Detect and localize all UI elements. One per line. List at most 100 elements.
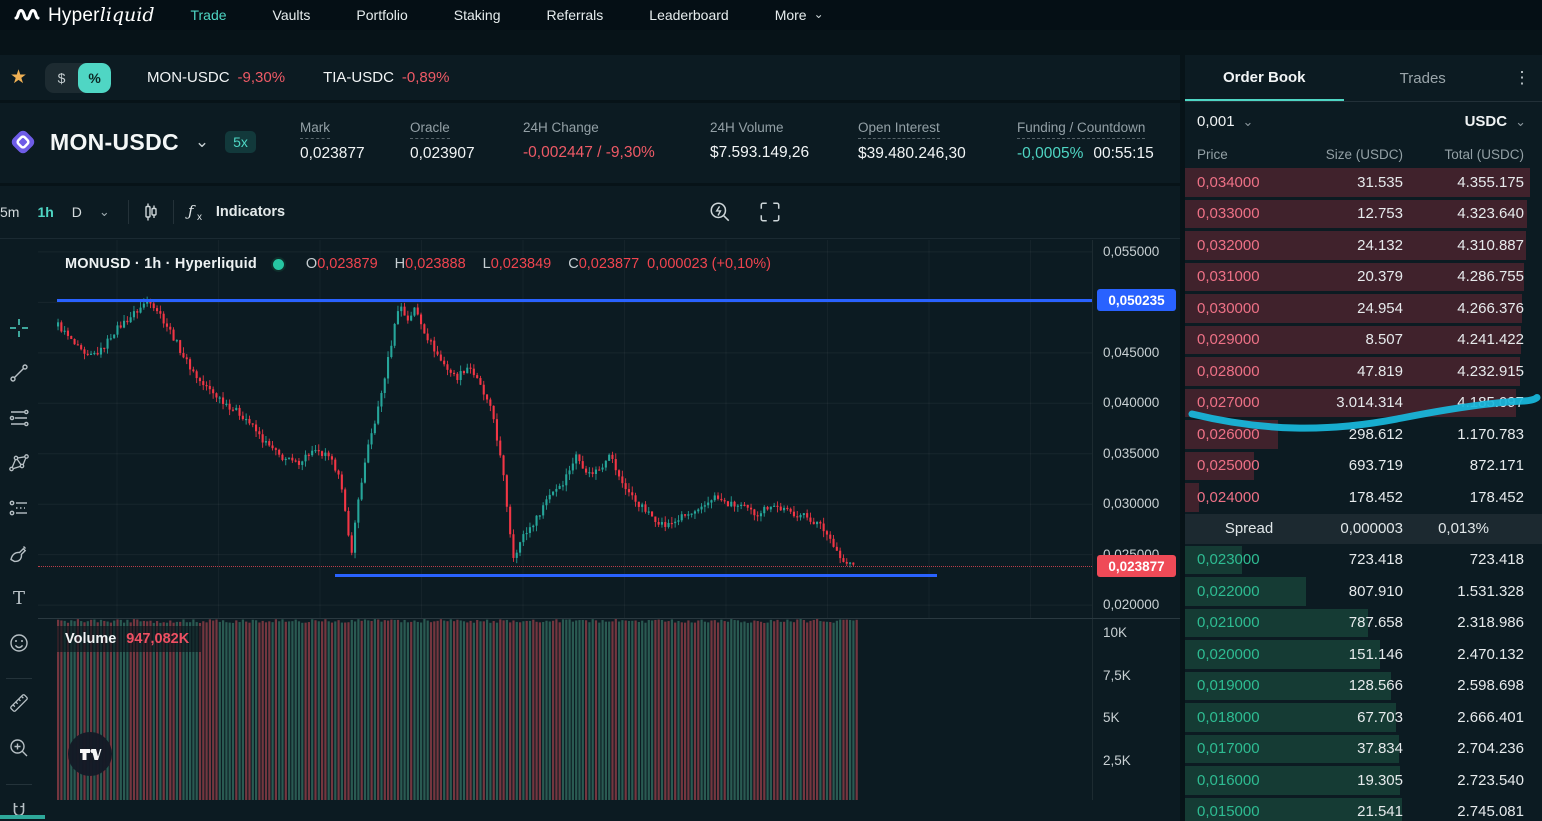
toggle-percent[interactable]: % xyxy=(78,62,112,93)
crosshair-icon[interactable] xyxy=(8,317,30,339)
bid-row[interactable]: 0,015000 21.541 2.745.081 xyxy=(1185,797,1542,821)
order-price: 0,028000 xyxy=(1197,362,1260,380)
tab-order-book[interactable]: Order Book xyxy=(1185,55,1344,101)
interval-chevron-down-icon[interactable]: ⌄ xyxy=(91,204,118,220)
order-size: 21.541 xyxy=(1357,803,1403,821)
price-tick: 0,030000 xyxy=(1103,496,1160,512)
fullscreen-icon[interactable] xyxy=(758,200,782,224)
nav-item-label: Portfolio xyxy=(356,7,408,23)
fx-icon[interactable]: ƒ x xyxy=(184,200,208,224)
ask-row[interactable]: 0,025000 693.719 872.171 xyxy=(1185,451,1542,482)
ticker-pair-change: -9,30% xyxy=(237,69,286,86)
ticker-pair-tia-usdc[interactable]: TIA-USDC -0,89% xyxy=(323,69,449,86)
order-total: 178.452 xyxy=(1469,488,1524,506)
currency-display-toggle[interactable]: $ % xyxy=(45,62,112,93)
nav-item-trade[interactable]: Trade xyxy=(190,7,226,23)
svg-text:T: T xyxy=(13,588,25,609)
interval-d[interactable]: D xyxy=(63,204,91,220)
favorites-star-icon[interactable]: ★ xyxy=(10,66,27,89)
unit-select[interactable]: USDC ⌄ xyxy=(1465,113,1526,130)
ask-row[interactable]: 0,032000 24.132 4.310.887 xyxy=(1185,230,1542,261)
more-options-icon[interactable]: ⋮ xyxy=(1502,55,1542,101)
tick-size-select[interactable]: 0,001 ⌄ xyxy=(1197,113,1253,130)
rail-divider xyxy=(6,784,32,785)
nav-item-portfolio[interactable]: Portfolio xyxy=(356,7,407,23)
order-size: 31.535 xyxy=(1357,173,1403,191)
volume-tick: 7,5K xyxy=(1103,667,1131,683)
market-status-dot-icon xyxy=(270,256,286,272)
forecast-icon[interactable] xyxy=(8,497,30,519)
brush-icon[interactable] xyxy=(8,542,30,564)
bid-row[interactable]: 0,021000 787.658 2.318.986 xyxy=(1185,608,1542,639)
order-price: 0,033000 xyxy=(1197,205,1260,223)
chevron-down-icon: ⌄ xyxy=(194,132,210,151)
svg-text:ƒ: ƒ xyxy=(185,202,196,220)
trendline-icon[interactable] xyxy=(8,362,30,384)
candle-style-icon[interactable] xyxy=(139,200,163,224)
order-total: 4.323.640 xyxy=(1457,205,1524,223)
ask-row[interactable]: 0,029000 8.507 4.241.422 xyxy=(1185,325,1542,356)
stat-funding-countdown: Funding / Countdown -0,0005% 00:55:15 xyxy=(1017,119,1154,163)
volume-axis[interactable]: 10K 7,5K 5K 2,5K xyxy=(1092,619,1180,800)
interval-5m[interactable]: 5m xyxy=(0,204,28,220)
stat-label: Funding / Countdown xyxy=(1017,120,1146,139)
price-axis[interactable]: 0,050235 0,023877 0,055000 0,045000 0,0400… xyxy=(1092,240,1180,618)
order-size: 20.379 xyxy=(1357,268,1403,286)
zoom-in-icon[interactable] xyxy=(8,737,30,759)
mon-token-icon xyxy=(11,130,35,154)
ticker-pair-name: MON-USDC xyxy=(147,69,230,86)
legend-h: H0,023888 xyxy=(394,256,466,272)
bid-row[interactable]: 0,020000 151.146 2.470.132 xyxy=(1185,639,1542,670)
bid-row[interactable]: 0,022000 807.910 1.531.328 xyxy=(1185,576,1542,607)
order-total: 4.355.175 xyxy=(1457,173,1524,191)
ask-row[interactable]: 0,028000 47.819 4.232.915 xyxy=(1185,356,1542,387)
chart-toolbar-right xyxy=(708,200,782,224)
tab-trades[interactable]: Trades xyxy=(1344,55,1503,101)
nav-item-more[interactable]: More ⌄ xyxy=(775,7,824,23)
nav-item-vaults[interactable]: Vaults xyxy=(273,7,311,23)
bid-row[interactable]: 0,023000 723.418 723.418 xyxy=(1185,545,1542,576)
hyperliquid-logo[interactable]: Hyperliquid xyxy=(14,4,154,27)
col-total: Total (USDC) xyxy=(1444,146,1524,162)
order-size: 3.014.314 xyxy=(1336,394,1403,412)
bid-row[interactable]: 0,019000 128.566 2.598.698 xyxy=(1185,671,1542,702)
favorites-ticker-bar: ★ $ % MON-USDC -9,30% TIA-USDC -0,89% xyxy=(0,55,1180,100)
bid-row[interactable]: 0,017000 37.834 2.704.236 xyxy=(1185,734,1542,765)
flash-search-icon[interactable] xyxy=(708,200,732,224)
ask-row[interactable]: 0,024000 178.452 178.452 xyxy=(1185,482,1542,513)
ask-row[interactable]: 0,026000 298.612 1.170.783 xyxy=(1185,419,1542,450)
pair-selector[interactable]: MON-USDC ⌄ 5x xyxy=(8,127,256,157)
leverage-badge[interactable]: 5x xyxy=(225,131,256,153)
ask-row[interactable]: 0,034000 31.535 4.355.175 xyxy=(1185,167,1542,198)
text-icon[interactable]: T xyxy=(8,587,30,609)
toggle-dollar[interactable]: $ xyxy=(45,63,78,93)
xabcd-pattern-icon[interactable] xyxy=(8,452,30,474)
stat-24h-change: 24H Change -0,002447 / -9,30% xyxy=(523,119,655,162)
order-price: 0,034000 xyxy=(1197,173,1260,191)
ask-row[interactable]: 0,030000 24.954 4.266.376 xyxy=(1185,293,1542,324)
ask-row[interactable]: 0,033000 12.753 4.323.640 xyxy=(1185,199,1542,230)
tradingview-logo[interactable] xyxy=(68,732,112,776)
order-price: 0,020000 xyxy=(1197,645,1260,663)
ask-row[interactable]: 0,027000 3.014.314 4.185.097 xyxy=(1185,388,1542,419)
nav-item-referrals[interactable]: Referrals xyxy=(546,7,603,23)
nav-item-leaderboard[interactable]: Leaderboard xyxy=(649,7,728,23)
ask-row[interactable]: 0,031000 20.379 4.286.755 xyxy=(1185,262,1542,293)
order-total: 4.266.376 xyxy=(1457,299,1524,317)
interval-1h[interactable]: 1h xyxy=(28,204,62,220)
stat-value-part: 0,023907 xyxy=(410,145,475,162)
support-line[interactable] xyxy=(335,574,937,578)
price-pane[interactable]: MONUSD · 1h · Hyperliquid O0,023879 H0,02… xyxy=(38,240,1092,618)
resistance-line[interactable] xyxy=(57,298,1092,302)
indicators-button[interactable]: Indicators xyxy=(216,204,285,220)
fib-lines-icon[interactable] xyxy=(8,407,30,429)
price-tick: 0,040000 xyxy=(1103,395,1160,411)
ruler-icon[interactable] xyxy=(8,692,30,714)
bid-row[interactable]: 0,018000 67.703 2.666.401 xyxy=(1185,702,1542,733)
spread-label: Spread xyxy=(1224,520,1274,537)
emoji-icon[interactable] xyxy=(8,632,30,654)
order-total: 4.310.887 xyxy=(1457,236,1524,254)
bid-row[interactable]: 0,016000 19.305 2.723.540 xyxy=(1185,765,1542,796)
nav-item-staking[interactable]: Staking xyxy=(454,7,501,23)
ticker-pair-mon-usdc[interactable]: MON-USDC -9,30% xyxy=(147,69,285,86)
